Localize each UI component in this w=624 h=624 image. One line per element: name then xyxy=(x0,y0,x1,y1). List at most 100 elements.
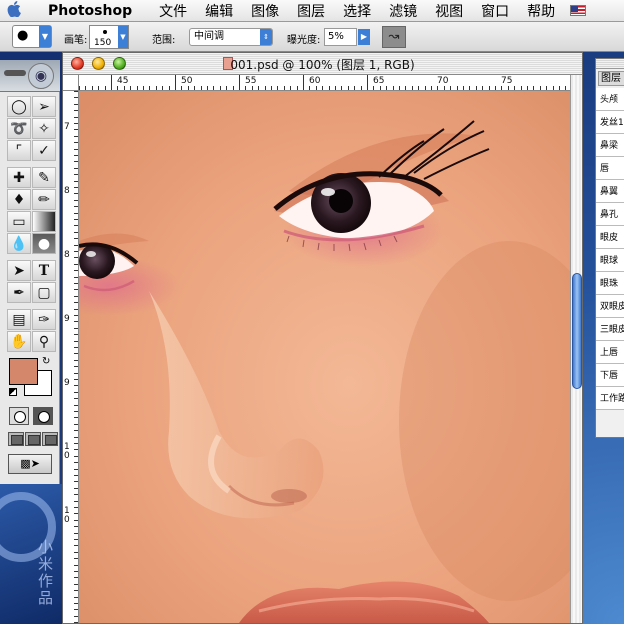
clone-stamp-icon[interactable]: ♦ xyxy=(7,189,31,210)
layer-row[interactable]: 发丝1 xyxy=(596,111,624,134)
gradient-icon[interactable] xyxy=(32,211,56,232)
menu-edit[interactable]: 编辑 xyxy=(196,1,242,21)
burn-icon: ● xyxy=(17,28,29,43)
ruler-label: 50 xyxy=(181,76,193,86)
ruler-origin[interactable] xyxy=(63,75,79,91)
layer-row[interactable]: 鼻梁 xyxy=(596,134,624,157)
menu-layer[interactable]: 图层 xyxy=(288,1,334,21)
default-colors-icon[interactable] xyxy=(9,388,17,396)
layer-row[interactable]: 眼球 xyxy=(596,249,624,272)
pen-icon[interactable]: ✒ xyxy=(7,282,31,303)
vertical-scrollbar[interactable] xyxy=(570,75,582,623)
menu-help[interactable]: 帮助 xyxy=(518,1,564,21)
ruler-tick xyxy=(367,75,368,90)
layer-row[interactable]: 下唇 xyxy=(596,364,624,387)
crop-icon[interactable]: ⌜ xyxy=(7,140,31,161)
burn-icon[interactable]: ● xyxy=(32,233,56,254)
input-language-flag-icon[interactable] xyxy=(570,5,587,16)
brush-icon[interactable]: ✎ xyxy=(32,167,56,188)
layers-tab[interactable]: 图层 xyxy=(598,71,624,86)
layer-row[interactable]: 唇 xyxy=(596,157,624,180)
ruler-label: 10 xyxy=(64,506,70,525)
brush-tip-icon xyxy=(103,30,107,34)
ruler-tick xyxy=(239,75,240,90)
menu-bar: Photoshop 文件 编辑 图像 图层 选择 滤镜 视图 窗口 帮助 xyxy=(0,0,624,22)
range-select-value: 中间调 xyxy=(194,31,224,42)
healing-brush-icon[interactable]: ✚ xyxy=(7,167,31,188)
exposure-input[interactable]: 5% xyxy=(324,28,357,46)
range-select[interactable]: 中间调 ⇕ xyxy=(189,28,273,46)
foreground-color-swatch[interactable] xyxy=(9,358,38,385)
ruler-label: 10 xyxy=(64,442,70,461)
swap-colors-icon[interactable]: ↻ xyxy=(42,356,50,367)
document-window: 001.psd @ 100% (图层 1, RGB) 45 50 55 60 65 70 7… xyxy=(62,52,583,624)
layer-row[interactable]: 双眼皮 xyxy=(596,295,624,318)
slice-icon[interactable]: ✓ xyxy=(32,140,56,161)
brush-picker[interactable]: 150 ▼ xyxy=(89,25,129,49)
layer-row[interactable]: 眼皮 xyxy=(596,226,624,249)
exposure-label: 曝光度: xyxy=(287,35,321,46)
image-canvas[interactable] xyxy=(79,91,570,623)
quick-mask-button[interactable] xyxy=(33,407,53,425)
ruler-vertical[interactable]: 7 8 8 9 9 10 10 xyxy=(63,91,79,623)
magic-wand-icon[interactable]: ✧ xyxy=(32,118,56,139)
zoom-icon[interactable]: ⚲ xyxy=(32,331,56,352)
layer-row[interactable]: 眼珠 xyxy=(596,272,624,295)
screen-mode-menubar-icon[interactable] xyxy=(25,432,41,446)
ruler-label: 45 xyxy=(117,76,129,86)
menu-file[interactable]: 文件 xyxy=(150,1,196,21)
eraser-icon[interactable]: ▭ xyxy=(7,211,31,232)
layer-row[interactable]: 头颅 xyxy=(596,88,624,111)
path-select-icon[interactable]: ➤ xyxy=(7,260,31,281)
tool-preset-picker[interactable]: ● ▼ xyxy=(12,25,52,48)
brush-label: 画笔: xyxy=(64,35,88,46)
apple-menu-icon[interactable] xyxy=(0,0,28,21)
ruler-label: 55 xyxy=(245,76,257,86)
ruler-tick xyxy=(175,75,176,90)
chevron-down-icon: ▼ xyxy=(39,26,51,47)
layer-row[interactable]: 上唇 xyxy=(596,341,624,364)
ruler-horizontal[interactable]: 45 50 55 60 65 70 75 xyxy=(79,75,570,91)
type-icon[interactable]: T xyxy=(32,260,56,281)
marquee-icon[interactable]: ◯ xyxy=(7,96,31,117)
vertical-scroll-thumb[interactable] xyxy=(572,273,582,389)
portrait-artwork xyxy=(79,91,570,623)
menu-window[interactable]: 窗口 xyxy=(472,1,518,21)
layers-panel: 图层 头颅发丝1鼻梁唇鼻翼鼻孔眼皮眼球眼珠双眼皮三眼皮上唇下唇工作路 xyxy=(595,58,624,438)
range-label: 范围: xyxy=(152,35,176,46)
hand-icon[interactable]: ✋ xyxy=(7,331,31,352)
jump-to-imageready-icon[interactable]: ▩➤ xyxy=(8,454,52,474)
wallpaper-artwork: 小米作品 xyxy=(0,484,62,624)
menu-view[interactable]: 视图 xyxy=(426,1,472,21)
layers-panel-titlebar[interactable] xyxy=(596,59,624,69)
ruler-label: 9 xyxy=(64,378,70,388)
shape-icon[interactable]: ▢ xyxy=(32,282,56,303)
layer-row[interactable]: 鼻孔 xyxy=(596,203,624,226)
document-titlebar[interactable]: 001.psd @ 100% (图层 1, RGB) xyxy=(63,53,582,75)
ruler-label: 60 xyxy=(309,76,321,86)
layer-row[interactable]: 鼻翼 xyxy=(596,180,624,203)
layer-row[interactable]: 工作路 xyxy=(596,387,624,410)
menu-select[interactable]: 选择 xyxy=(334,1,380,21)
menu-image[interactable]: 图像 xyxy=(242,1,288,21)
toolbox-header[interactable]: ◉ xyxy=(0,60,60,92)
notes-icon[interactable]: ▤ xyxy=(7,309,31,330)
menu-filter[interactable]: 滤镜 xyxy=(380,1,426,21)
app-menu[interactable]: Photoshop xyxy=(28,3,150,19)
desktop: Photoshop 文件 编辑 图像 图层 选择 滤镜 视图 窗口 帮助 ● ▼… xyxy=(0,0,624,624)
history-brush-icon[interactable]: ✏ xyxy=(32,189,56,210)
airbrush-toggle-icon[interactable]: ↝ xyxy=(382,26,406,48)
ruler-label: 75 xyxy=(501,76,513,86)
move-icon[interactable]: ➢ xyxy=(32,96,56,117)
eyedropper-icon[interactable]: ✑ xyxy=(32,309,56,330)
ruler-label: 7 xyxy=(64,122,70,132)
screen-mode-full-icon[interactable] xyxy=(42,432,58,446)
exposure-slider-arrow-icon[interactable]: ▶ xyxy=(358,29,370,45)
lasso-icon[interactable]: ➰ xyxy=(7,118,31,139)
blur-icon[interactable]: 💧 xyxy=(7,233,31,254)
screen-mode-standard-icon[interactable] xyxy=(8,432,24,446)
layer-row[interactable]: 三眼皮 xyxy=(596,318,624,341)
ruler-label: 70 xyxy=(437,76,449,86)
standard-mode-button[interactable] xyxy=(9,407,29,425)
toolbox-grip xyxy=(4,70,26,76)
